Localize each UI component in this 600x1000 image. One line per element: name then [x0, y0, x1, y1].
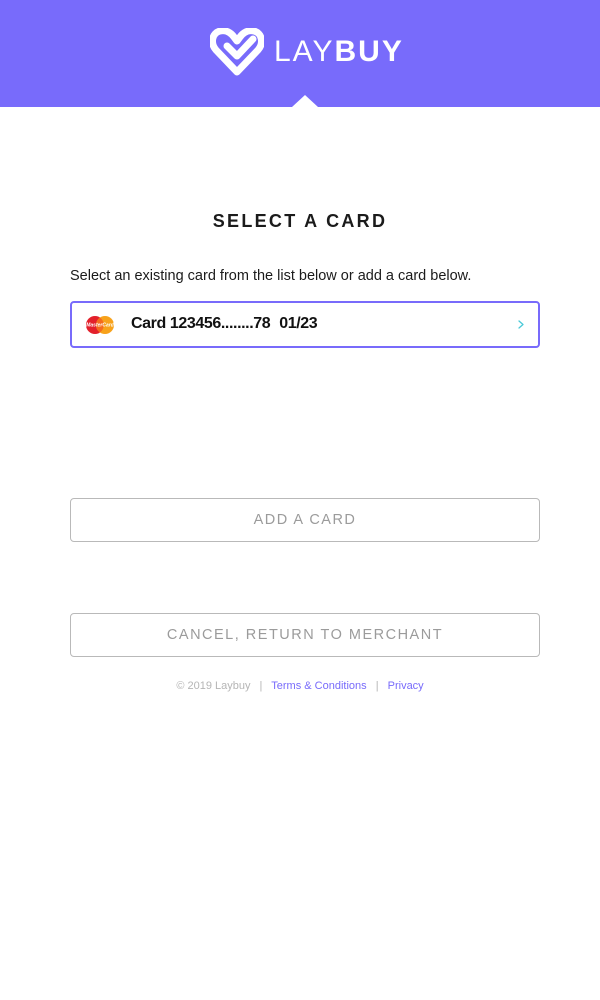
add-card-button[interactable]: ADD A CARD — [70, 498, 540, 542]
page-subtitle: Select an existing card from the list be… — [70, 268, 472, 284]
chevron-right-icon — [518, 320, 524, 329]
saved-card-item[interactable]: MasterCard Card 123456........78 01/23 — [70, 301, 540, 348]
terms-link[interactable]: Terms & Conditions — [271, 680, 366, 692]
card-number: Card 123456........78 — [131, 315, 271, 332]
privacy-link[interactable]: Privacy — [388, 680, 424, 692]
mastercard-icon-text: MasterCard — [86, 323, 114, 329]
laybuy-logo: LAYBUY — [210, 28, 404, 76]
cancel-return-button[interactable]: CANCEL, RETURN TO MERCHANT — [70, 613, 540, 657]
footer-separator: | — [375, 680, 379, 692]
card-expiry: 01/23 — [279, 315, 318, 332]
header-bar: LAYBUY — [0, 0, 600, 107]
header-notch — [292, 95, 318, 107]
brand-name: LAYBUY — [274, 28, 404, 76]
copyright-text: © 2019 Laybuy — [176, 680, 251, 692]
heart-check-icon — [210, 28, 264, 76]
card-label: Card 123456........78 01/23 — [131, 315, 318, 333]
footer: © 2019 Laybuy | Terms & Conditions | Pri… — [0, 680, 600, 692]
mastercard-icon: MasterCard — [86, 316, 115, 334]
page-title: SELECT A CARD — [212, 211, 388, 231]
brand-name-bold: BUY — [334, 35, 404, 68]
footer-separator: | — [259, 680, 263, 692]
brand-name-light: LAY — [274, 35, 335, 68]
